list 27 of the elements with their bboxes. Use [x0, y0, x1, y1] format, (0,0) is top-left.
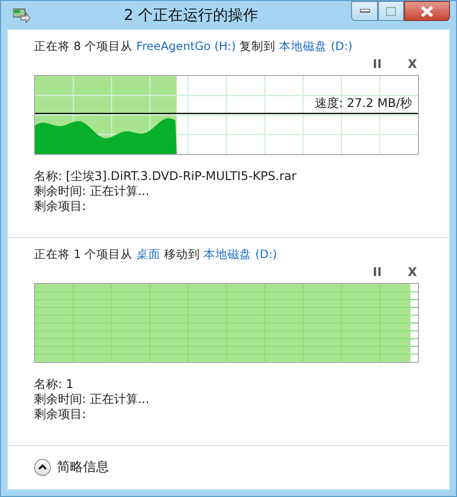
- detail-line: 剩余项目:: [34, 198, 88, 214]
- detail-line: 剩余时间: 正在计算...: [34, 184, 150, 199]
- location-link[interactable]: FreeAgentGo (H:): [136, 38, 236, 52]
- window-title: 2 个正在运行的操作: [122, 4, 260, 26]
- minimize-icon: [360, 9, 370, 13]
- operation-title: 正在将 1 个项目从 桌面 移动到 本地磁盘 (D:): [34, 246, 278, 262]
- pause-button[interactable]: II: [370, 264, 384, 279]
- chevron-up-icon: [38, 464, 47, 470]
- app-icon: [13, 6, 31, 23]
- detail-line: 名称: [尘埃3].DiRT.3.DVD-RiP-MULTI5-KPS.rar: [34, 168, 298, 184]
- cancel-button[interactable]: X: [406, 264, 419, 279]
- detail-line: 名称: 1: [34, 376, 74, 392]
- detail-line: 剩余项目:: [34, 406, 88, 422]
- close-icon: [421, 6, 433, 16]
- location-link[interactable]: 桌面: [136, 246, 160, 260]
- detail-line: 剩余时间: 正在计算...: [34, 392, 150, 407]
- minimize-button[interactable]: [351, 1, 378, 21]
- operation-title: 正在将 8 个项目从 FreeAgentGo (H:) 复制到 本地磁盘 (D:): [34, 38, 354, 54]
- speed-label: 速度: 27.2 MB/秒: [314, 94, 412, 112]
- close-button[interactable]: [404, 1, 450, 21]
- pause-button[interactable]: II: [370, 56, 384, 71]
- maximize-icon: [386, 6, 396, 16]
- location-link[interactable]: 本地磁盘 (D:): [279, 38, 353, 52]
- details-toggle-label[interactable]: 简略信息: [57, 458, 109, 477]
- cancel-button[interactable]: X: [406, 56, 419, 71]
- location-link[interactable]: 本地磁盘 (D:): [204, 246, 277, 260]
- collapse-button[interactable]: [34, 458, 51, 476]
